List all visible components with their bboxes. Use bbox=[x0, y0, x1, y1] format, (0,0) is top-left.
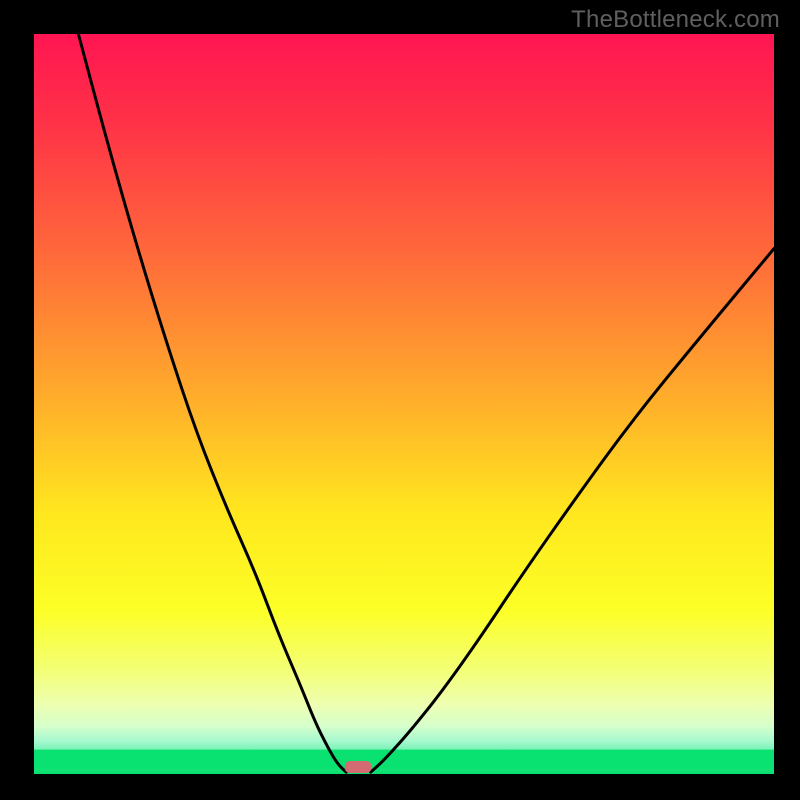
chart-svg bbox=[34, 34, 774, 774]
green-band bbox=[34, 750, 774, 769]
minimum-marker bbox=[345, 761, 372, 773]
outer-frame: TheBottleneck.com bbox=[0, 0, 800, 800]
gradient-background bbox=[34, 34, 774, 774]
plot-area bbox=[34, 34, 774, 774]
watermark-text: TheBottleneck.com bbox=[571, 6, 780, 34]
